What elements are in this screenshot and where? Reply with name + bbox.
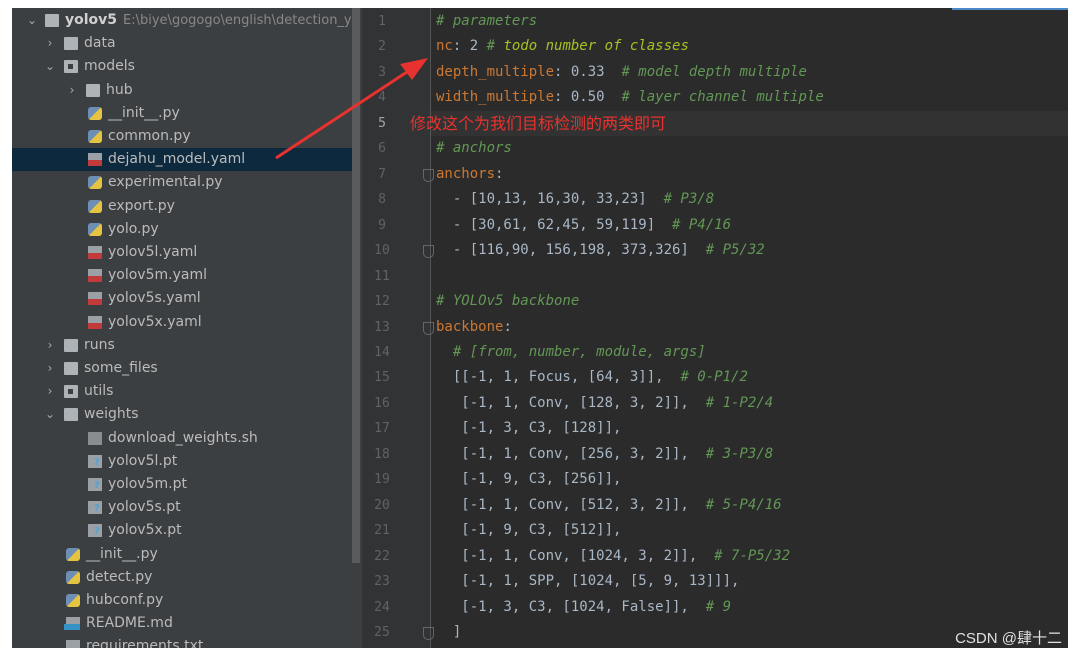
arrow-head [400, 58, 428, 80]
arrow-shaft [275, 68, 411, 160]
annotation-arrow [275, 58, 428, 160]
